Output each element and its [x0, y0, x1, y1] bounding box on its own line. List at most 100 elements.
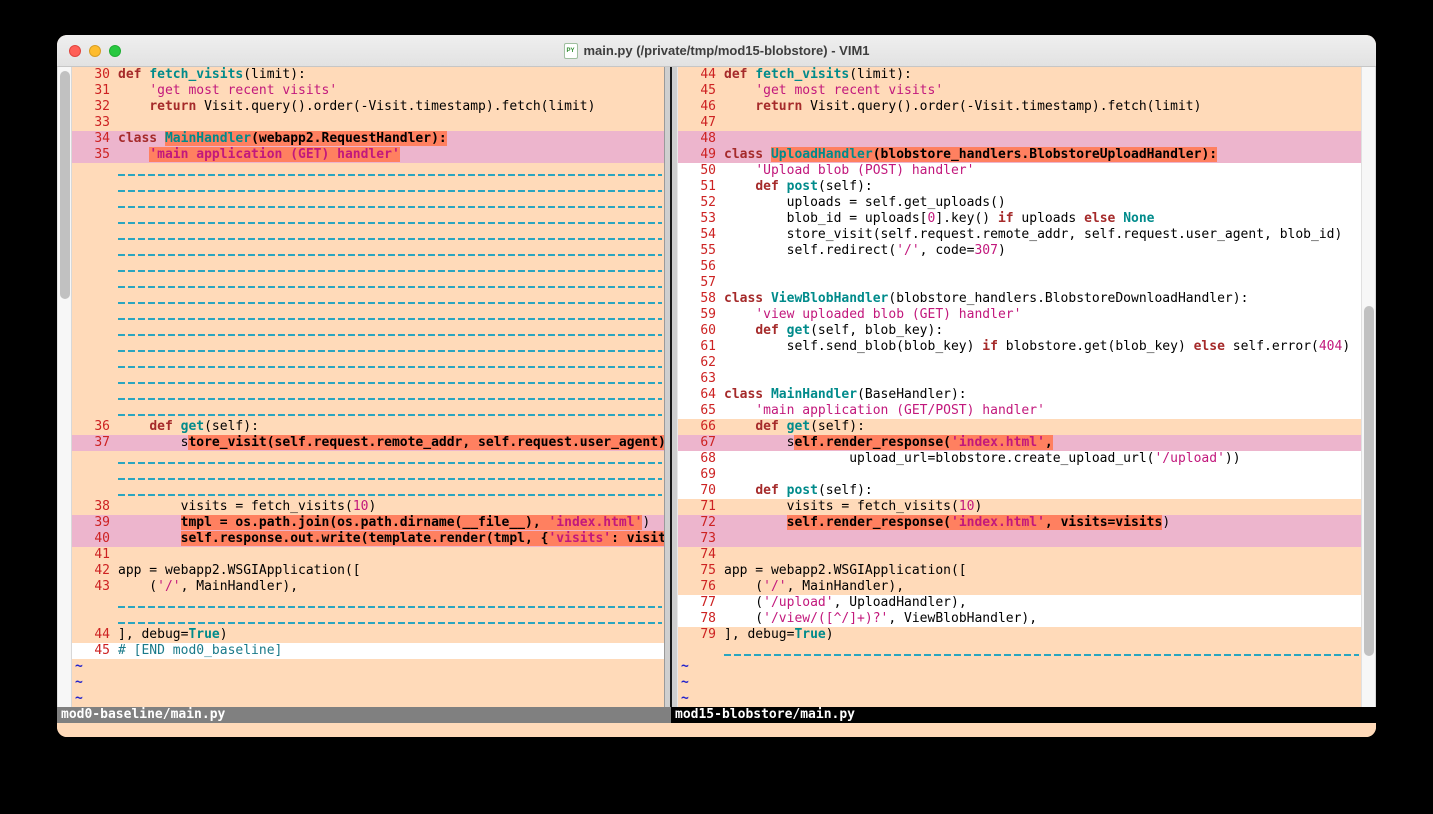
- code-segment: ): [1342, 339, 1350, 354]
- code-segment: self.error(: [1225, 339, 1319, 354]
- right-editor-pane[interactable]: 44def fetch_visits(limit):45 'get most r…: [678, 67, 1361, 707]
- left-scrollbar[interactable]: [57, 67, 72, 707]
- line-number: 65: [678, 403, 724, 419]
- titlebar[interactable]: PY main.py (/private/tmp/mod15-blobstore…: [57, 35, 1376, 67]
- code-segment: , UploadHandler),: [834, 595, 967, 610]
- code-segment: fetch_visits: [755, 67, 849, 82]
- line-text: 'Upload blob (POST) handler': [724, 163, 974, 179]
- code-segment: 'view uploaded blob (GET) handler': [755, 307, 1021, 322]
- right-scrollbar[interactable]: [1361, 67, 1376, 707]
- line-number-gutter: [72, 339, 118, 355]
- minimize-button[interactable]: [89, 45, 101, 57]
- tilde-marker: ~: [678, 659, 689, 675]
- close-button[interactable]: [69, 45, 81, 57]
- code-segment: (self):: [810, 419, 865, 434]
- code-segment: ], debug=: [724, 627, 794, 642]
- code-segment: [724, 483, 755, 498]
- left-editor-pane[interactable]: 30def fetch_visits(limit):31 'get most r…: [72, 67, 664, 707]
- left-scrollbar-thumb[interactable]: [60, 71, 70, 299]
- diff-filler-line: [72, 307, 664, 323]
- code-segment: tore_visit(self.request.remote_addr, sel…: [188, 435, 664, 450]
- code-segment: else: [1194, 339, 1225, 354]
- code-segment: , ViewBlobHandler),: [888, 611, 1037, 626]
- filler-dashes: [118, 270, 662, 272]
- code-segment: , MainHandler),: [787, 579, 904, 594]
- diff-filler-line: [72, 243, 664, 259]
- vertical-split-bar[interactable]: [664, 67, 678, 707]
- code-segment: ViewBlobHandler: [771, 291, 888, 306]
- code-segment: '/': [157, 579, 180, 594]
- tilde-marker: ~: [72, 659, 83, 675]
- diff-filler-line: [72, 483, 664, 499]
- code-segment: [724, 323, 755, 338]
- code-line: 33: [72, 115, 664, 131]
- code-segment: '/': [896, 243, 919, 258]
- code-segment: Visit.query().order(-Visit.timestamp).fe…: [802, 99, 1201, 114]
- command-line[interactable]: [57, 723, 1376, 737]
- line-number-gutter: [72, 323, 118, 339]
- line-number: 50: [678, 163, 724, 179]
- line-number: 67: [678, 435, 724, 451]
- code-line: 45 'get most recent visits': [678, 83, 1361, 99]
- code-segment: upload_url=blobstore.create_upload_url(: [724, 451, 1154, 466]
- line-text: ('/view/([^/]+)?', ViewBlobHandler),: [724, 611, 1037, 627]
- filler-dashes: [118, 606, 662, 608]
- line-number: 53: [678, 211, 724, 227]
- code-line: 66 def get(self):: [678, 419, 1361, 435]
- code-segment: [724, 163, 755, 178]
- code-segment: if: [982, 339, 998, 354]
- line-text: def post(self):: [724, 483, 873, 499]
- code-segment: uploads: [1014, 211, 1084, 226]
- diff-filler-line: [72, 275, 664, 291]
- code-segment: 10: [353, 499, 369, 514]
- code-segment: True: [794, 627, 825, 642]
- code-segment: (blobstore_handlers.BlobstoreUploadHandl…: [873, 147, 1217, 162]
- code-line: 56: [678, 259, 1361, 275]
- code-segment: [724, 403, 755, 418]
- right-scrollbar-thumb[interactable]: [1364, 306, 1374, 656]
- code-line: 48: [678, 131, 1361, 147]
- code-segment: 404: [1319, 339, 1342, 354]
- code-line: 64class MainHandler(BaseHandler):: [678, 387, 1361, 403]
- line-number: 34: [72, 131, 118, 147]
- code-segment: 'index.html': [951, 515, 1045, 530]
- diff-filler-line: [72, 611, 664, 627]
- desktop-background: PY main.py (/private/tmp/mod15-blobstore…: [0, 0, 1433, 814]
- line-number: 61: [678, 339, 724, 355]
- diff-filler-line: [72, 211, 664, 227]
- filler-dashes: [118, 174, 662, 176]
- line-number: 75: [678, 563, 724, 579]
- code-segment: MainHandler: [771, 387, 857, 402]
- line-text: ], debug=True): [118, 627, 228, 643]
- line-number: 44: [678, 67, 724, 83]
- line-number-gutter: [72, 483, 118, 499]
- line-number-gutter: [72, 179, 118, 195]
- line-number-gutter: [72, 595, 118, 611]
- code-segment: def: [755, 323, 786, 338]
- filler-dashes: [118, 302, 662, 304]
- code-line: 43 ('/', MainHandler),: [72, 579, 664, 595]
- code-line: 46 return Visit.query().order(-Visit.tim…: [678, 99, 1361, 115]
- line-text: class MainHandler(BaseHandler):: [724, 387, 967, 403]
- code-segment: ], debug=: [118, 627, 188, 642]
- line-text: class UploadHandler(blobstore_handlers.B…: [724, 147, 1217, 163]
- code-line: 62: [678, 355, 1361, 371]
- line-text: self.render_response('index.html', visit…: [724, 515, 1170, 531]
- line-number: 55: [678, 243, 724, 259]
- filler-dashes: [118, 222, 662, 224]
- line-text: def get(self):: [724, 419, 865, 435]
- code-segment: ): [642, 515, 650, 530]
- line-text: def get(self, blob_key):: [724, 323, 943, 339]
- tilde-line: ~: [72, 675, 664, 691]
- code-segment: (self, blob_key):: [810, 323, 943, 338]
- code-segment: def: [149, 419, 180, 434]
- diff-filler-line: [72, 467, 664, 483]
- zoom-button[interactable]: [109, 45, 121, 57]
- code-line: 39 tmpl = os.path.join(os.path.dirname(_…: [72, 515, 664, 531]
- line-number: 33: [72, 115, 118, 131]
- line-number: 32: [72, 99, 118, 115]
- filler-dashes: [118, 286, 662, 288]
- code-segment: uploads = self.get_uploads(): [724, 195, 1006, 210]
- filler-dashes: [118, 206, 662, 208]
- code-line: 38 visits = fetch_visits(10): [72, 499, 664, 515]
